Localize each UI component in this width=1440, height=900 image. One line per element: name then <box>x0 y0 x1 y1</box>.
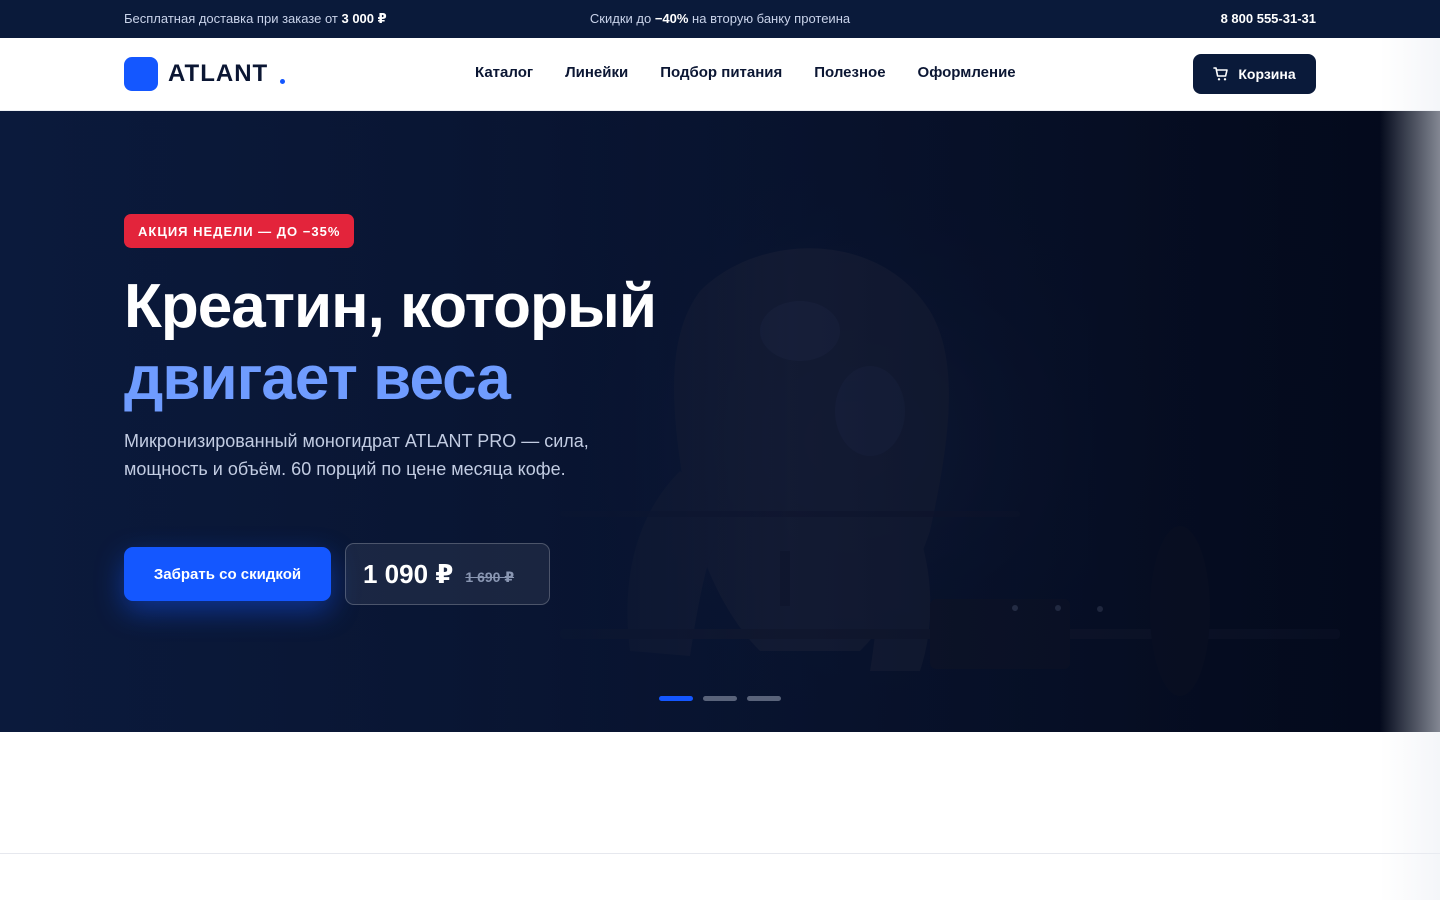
nav-item-nutrition-picker[interactable]: Подбор питания <box>660 64 782 81</box>
logo[interactable]: ATLANT <box>124 56 286 92</box>
hero-background-image <box>0 111 1440 732</box>
nav-item-lines[interactable]: Линейки <box>565 64 628 81</box>
price-old: 1 690 ₽ <box>465 568 515 585</box>
price-new: 1 090 ₽ <box>363 558 454 589</box>
promo-text-prefix: Скидки до <box>589 11 655 26</box>
hero-title-line2: двигает веса <box>124 344 511 413</box>
nav-item-useful[interactable]: Полезное <box>814 64 885 81</box>
hero-description: Микронизированный моногидрат ATLANT PRO … <box>124 431 589 479</box>
nav-item-catalog[interactable]: Каталог <box>475 64 533 81</box>
cart-button[interactable]: Корзина <box>1193 54 1316 94</box>
slider-dot-1[interactable] <box>659 696 693 701</box>
hero-banner: АКЦИЯ НЕДЕЛИ — ДО −35% Креатин, который … <box>0 111 1440 732</box>
cart-label: Корзина <box>1238 66 1296 82</box>
content-area <box>0 732 1440 900</box>
promo-badge: АКЦИЯ НЕДЕЛИ — ДО −35% <box>124 214 355 248</box>
slider-dot-2[interactable] <box>703 696 737 701</box>
logo-mark-icon <box>124 57 158 91</box>
top-announcement-bar: Бесплатная доставка при заказе от 3 000 … <box>0 0 1440 38</box>
site-header: ATLANT Каталог Линейки Подбор питания По… <box>0 38 1440 111</box>
phone-link[interactable]: 8 800 555-31-31 <box>1221 11 1316 26</box>
logo-dot <box>280 78 286 84</box>
get-discount-button[interactable]: Забрать со скидкой <box>124 547 331 601</box>
main-nav: Каталог Линейки Подбор питания Полезное … <box>475 64 1048 81</box>
slider-dot-3[interactable] <box>747 696 781 701</box>
promo-discount: −40% <box>654 11 689 26</box>
hero-title-line1: Креатин, который <box>124 272 657 341</box>
cart-icon <box>1213 67 1229 81</box>
nav-item-checkout[interactable]: Оформление <box>918 64 1016 81</box>
slider-dots <box>659 696 791 701</box>
price-box: 1 090 ₽ 1 690 ₽ <box>345 543 550 605</box>
logo-text: ATLANT <box>168 60 269 87</box>
promo-text-suffix: на вторую банку протеина <box>688 11 851 26</box>
section-divider <box>0 853 1440 854</box>
